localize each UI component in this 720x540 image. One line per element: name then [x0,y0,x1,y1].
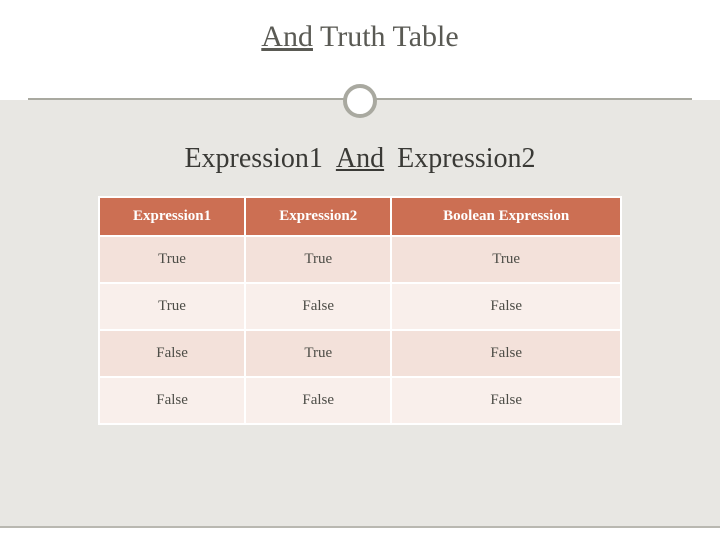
cell-result: False [391,377,621,424]
table-row: True True True [99,236,621,283]
slide-title: And Truth Table [0,20,720,54]
cell-expr1: True [99,283,245,330]
col-header-result: Boolean Expression [391,197,621,236]
cell-expr2: False [245,283,391,330]
cell-result: False [391,330,621,377]
footer-divider [0,526,720,528]
col-header-expression2: Expression2 [245,197,391,236]
title-ring-ornament [343,84,377,118]
cell-expr1: False [99,377,245,424]
cell-expr1: True [99,236,245,283]
title-rest: Truth Table [320,20,459,53]
cell-expr2: True [245,330,391,377]
operator-and: And [330,143,390,174]
cell-expr2: True [245,236,391,283]
table-row: True False False [99,283,621,330]
truth-table-container: Expression1 Expression2 Boolean Expressi… [98,196,622,425]
cell-expr1: False [99,330,245,377]
title-underlined: And [261,20,313,53]
table-row: False False False [99,377,621,424]
table-header-row: Expression1 Expression2 Boolean Expressi… [99,197,621,236]
table-row: False True False [99,330,621,377]
cell-result: True [391,236,621,283]
operand-right: Expression2 [397,143,535,174]
col-header-expression1: Expression1 [99,197,245,236]
cell-expr2: False [245,377,391,424]
slide: And Truth Table Expression1 And Expressi… [0,0,720,540]
truth-table: Expression1 Expression2 Boolean Expressi… [98,196,622,425]
operand-left: Expression1 [184,143,322,174]
expression-template: Expression1 And Expression2 [0,143,720,175]
cell-result: False [391,283,621,330]
